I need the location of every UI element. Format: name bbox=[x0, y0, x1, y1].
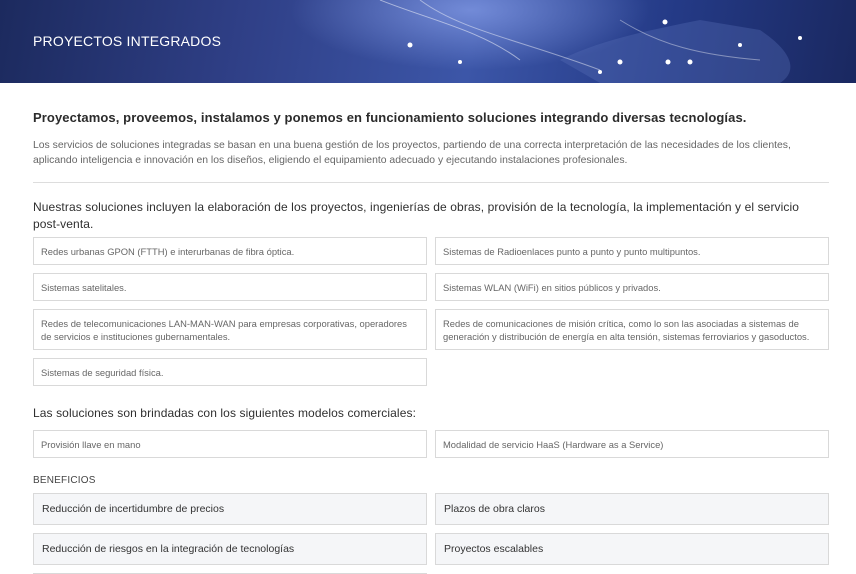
solution-item: Sistemas de Radioenlaces punto a punto y… bbox=[435, 237, 829, 265]
benefit-item: Reducción de riesgos en la integración d… bbox=[33, 533, 427, 565]
intro-paragraph: Los servicios de soluciones integradas s… bbox=[33, 140, 791, 166]
models-title: Las soluciones son brindadas con los sig… bbox=[33, 406, 417, 420]
hero-banner: PROYECTOS INTEGRADOS bbox=[0, 0, 856, 83]
solution-item: Redes de telecomunicaciones LAN-MAN-WAN … bbox=[33, 309, 427, 350]
solution-item: Redes de comunicaciones de misión crític… bbox=[435, 309, 829, 350]
model-item: Provisión llave en mano bbox=[33, 430, 427, 458]
solution-item: Sistemas WLAN (WiFi) en sitios públicos … bbox=[435, 273, 829, 301]
solution-item: Sistemas de seguridad física. bbox=[33, 358, 427, 386]
lead-heading: Proyectamos, proveemos, instalamos y pon… bbox=[33, 110, 747, 125]
page-title: PROYECTOS INTEGRADOS bbox=[33, 33, 222, 49]
solution-item: Sistemas satelitales. bbox=[33, 273, 427, 301]
section-divider bbox=[33, 182, 829, 183]
benefit-item: Reducción de incertidumbre de precios bbox=[33, 493, 427, 525]
benefit-item: Plazos de obra claros bbox=[435, 493, 829, 525]
solutions-intro: Nuestras soluciones incluyen la elaborac… bbox=[33, 200, 800, 231]
benefits-title: BENEFICIOS bbox=[33, 475, 96, 486]
benefit-item: Proyectos escalables bbox=[435, 533, 829, 565]
model-item: Modalidad de servicio HaaS (Hardware as … bbox=[435, 430, 829, 458]
solution-item: Redes urbanas GPON (FTTH) e interurbanas… bbox=[33, 237, 427, 265]
